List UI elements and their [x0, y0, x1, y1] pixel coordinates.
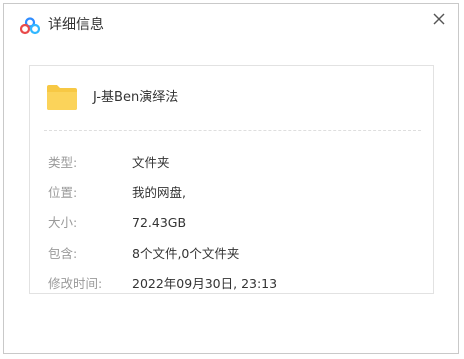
details-dialog: 详细信息 J-基Ben演绎法 类型: 文件夹 位置: 我的网盘, 大小: 72.… — [3, 3, 459, 354]
divider — [44, 130, 421, 131]
detail-label: 类型: — [48, 155, 78, 170]
detail-label: 大小: — [48, 215, 78, 230]
dialog-title: 详细信息 — [48, 17, 104, 33]
detail-label: 修改时间: — [48, 276, 103, 291]
folder-icon — [47, 85, 77, 110]
detail-value: 文件夹 — [132, 155, 170, 170]
detail-value: 我的网盘, — [132, 185, 186, 200]
title-bar: 详细信息 — [4, 4, 458, 44]
detail-value: 2022年09月30日, 23:13 — [132, 276, 278, 291]
detail-label: 包含: — [48, 246, 78, 261]
detail-value: 8个文件,0个文件夹 — [132, 246, 240, 261]
detail-value: 72.43GB — [132, 215, 187, 230]
details-panel: J-基Ben演绎法 类型: 文件夹 位置: 我的网盘, 大小: 72.43GB … — [29, 65, 434, 294]
close-icon[interactable] — [430, 10, 448, 28]
baidu-netdisk-logo-icon — [20, 17, 40, 35]
detail-label: 位置: — [48, 185, 78, 200]
file-name: J-基Ben演绎法 — [93, 90, 179, 105]
